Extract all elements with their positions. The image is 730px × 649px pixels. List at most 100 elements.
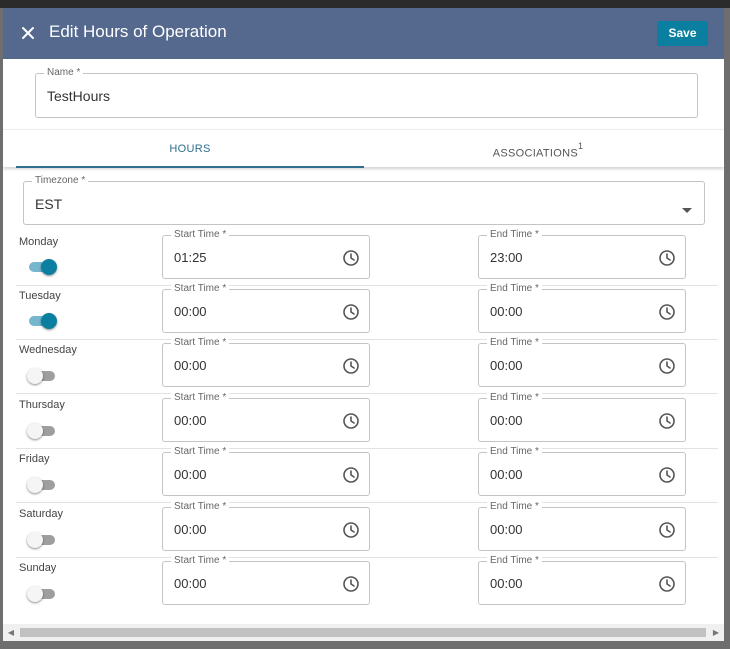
save-button[interactable]: Save bbox=[657, 21, 708, 46]
clock-icon[interactable] bbox=[658, 575, 676, 593]
start-time-label: Start Time * bbox=[171, 501, 230, 513]
clock-icon[interactable] bbox=[658, 466, 676, 484]
tab-associations-label: ASSOCIATIONS bbox=[492, 147, 578, 160]
start-time-value: 00:00 bbox=[174, 467, 207, 482]
toggle-knob[interactable] bbox=[27, 477, 43, 493]
day-label: Monday bbox=[19, 236, 59, 248]
clock-icon[interactable] bbox=[342, 357, 360, 375]
end-time-value: 00:00 bbox=[490, 413, 523, 428]
start-time-value: 00:00 bbox=[174, 522, 207, 537]
start-time-label: Start Time * bbox=[171, 283, 230, 295]
backdrop-bottom bbox=[0, 641, 730, 649]
clock-icon[interactable] bbox=[342, 412, 360, 430]
end-time-value: 00:00 bbox=[490, 522, 523, 537]
end-time-field[interactable]: End Time * 00:00 bbox=[478, 283, 686, 333]
start-time-field[interactable]: Start Time * 00:00 bbox=[162, 501, 370, 551]
clock-icon[interactable] bbox=[342, 521, 360, 539]
toggle-knob[interactable] bbox=[27, 423, 43, 439]
start-time-value: 00:00 bbox=[174, 576, 207, 591]
toggle-knob[interactable] bbox=[41, 259, 57, 275]
end-time-label: End Time * bbox=[487, 446, 542, 458]
clock-icon[interactable] bbox=[342, 303, 360, 321]
end-time-field[interactable]: End Time * 00:00 bbox=[478, 555, 686, 605]
day-enabled-toggle[interactable] bbox=[27, 423, 57, 439]
clock-icon[interactable] bbox=[342, 249, 360, 267]
end-time-value: 00:00 bbox=[490, 467, 523, 482]
tab-associations[interactable]: ASSOCIATIONS1 bbox=[364, 130, 712, 168]
day-row-wednesday: Wednesday Start Time * 00:00 End Time * 00:0… bbox=[16, 337, 718, 394]
clock-icon[interactable] bbox=[342, 575, 360, 593]
start-time-value: 01:25 bbox=[174, 250, 207, 265]
end-time-value: 23:00 bbox=[490, 250, 523, 265]
toggle-knob[interactable] bbox=[27, 586, 43, 602]
clock-icon[interactable] bbox=[658, 412, 676, 430]
edit-hours-dialog: Edit Hours of Operation Save Name * Test… bbox=[3, 8, 724, 645]
toggle-knob[interactable] bbox=[41, 313, 57, 329]
scrollbar-thumb[interactable] bbox=[20, 628, 706, 637]
day-enabled-toggle[interactable] bbox=[27, 532, 57, 548]
clock-icon[interactable] bbox=[658, 521, 676, 539]
start-time-value: 00:00 bbox=[174, 413, 207, 428]
day-row-sunday: Sunday Start Time * 00:00 End Time * 00:00 bbox=[16, 555, 718, 612]
start-time-field[interactable]: Start Time * 00:00 bbox=[162, 555, 370, 605]
horizontal-scrollbar[interactable]: ◀ ▶ bbox=[3, 624, 724, 641]
clock-icon[interactable] bbox=[658, 249, 676, 267]
clock-icon[interactable] bbox=[658, 357, 676, 375]
end-time-label: End Time * bbox=[487, 501, 542, 513]
end-time-value: 00:00 bbox=[490, 576, 523, 591]
scroll-right-icon[interactable]: ▶ bbox=[708, 624, 724, 641]
day-row-friday: Friday Start Time * 00:00 End Time * 00:00 bbox=[16, 446, 718, 503]
day-enabled-toggle[interactable] bbox=[27, 586, 57, 602]
scroll-left-icon[interactable]: ◀ bbox=[3, 624, 19, 641]
tab-hours[interactable]: HOURS bbox=[16, 130, 364, 168]
dropdown-arrow-icon[interactable] bbox=[682, 201, 692, 219]
start-time-field[interactable]: Start Time * 00:00 bbox=[162, 446, 370, 496]
start-time-field[interactable]: Start Time * 00:00 bbox=[162, 337, 370, 387]
name-field-label: Name * bbox=[44, 67, 84, 79]
tab-bar: HOURS ASSOCIATIONS1 bbox=[3, 129, 724, 168]
tab-hours-label: HOURS bbox=[169, 143, 211, 155]
toggle-knob[interactable] bbox=[27, 532, 43, 548]
day-row-saturday: Saturday Start Time * 00:00 End Time * 00:00 bbox=[16, 501, 718, 558]
toggle-knob[interactable] bbox=[27, 368, 43, 384]
end-time-field[interactable]: End Time * 00:00 bbox=[478, 446, 686, 496]
backdrop-right bbox=[724, 8, 730, 649]
day-enabled-toggle[interactable] bbox=[27, 368, 57, 384]
day-enabled-toggle[interactable] bbox=[27, 259, 57, 275]
end-time-field[interactable]: End Time * 00:00 bbox=[478, 392, 686, 442]
clock-icon[interactable] bbox=[342, 466, 360, 484]
day-label: Saturday bbox=[19, 508, 64, 520]
start-time-label: Start Time * bbox=[171, 555, 230, 567]
start-time-field[interactable]: Start Time * 00:00 bbox=[162, 392, 370, 442]
end-time-label: End Time * bbox=[487, 337, 542, 349]
end-time-label: End Time * bbox=[487, 392, 542, 404]
day-label: Wednesday bbox=[19, 344, 77, 356]
end-time-value: 00:00 bbox=[490, 358, 523, 373]
start-time-field[interactable]: Start Time * 00:00 bbox=[162, 283, 370, 333]
day-enabled-toggle[interactable] bbox=[27, 477, 57, 493]
timezone-label: Timezone * bbox=[32, 175, 89, 187]
timezone-select[interactable]: Timezone * EST bbox=[23, 175, 705, 225]
start-time-value: 00:00 bbox=[174, 304, 207, 319]
day-enabled-toggle[interactable] bbox=[27, 313, 57, 329]
name-section: Name * TestHours bbox=[3, 59, 724, 129]
start-time-label: Start Time * bbox=[171, 446, 230, 458]
end-time-label: End Time * bbox=[487, 283, 542, 295]
day-label: Sunday bbox=[19, 562, 57, 574]
clock-icon[interactable] bbox=[658, 303, 676, 321]
name-field[interactable]: Name * TestHours bbox=[35, 67, 698, 118]
day-row-thursday: Thursday Start Time * 00:00 End Time * 00:00 bbox=[16, 392, 718, 449]
dialog-header: Edit Hours of Operation Save bbox=[3, 8, 724, 59]
end-time-field[interactable]: End Time * 00:00 bbox=[478, 501, 686, 551]
day-label: Friday bbox=[19, 453, 50, 465]
close-icon[interactable] bbox=[19, 24, 37, 42]
start-time-label: Start Time * bbox=[171, 392, 230, 404]
day-row-tuesday: Tuesday Start Time * 00:00 End Time * 00:00 bbox=[16, 283, 718, 340]
dialog-title: Edit Hours of Operation bbox=[49, 22, 227, 41]
associations-count-badge: 1 bbox=[578, 141, 584, 151]
start-time-value: 00:00 bbox=[174, 358, 207, 373]
name-field-value: TestHours bbox=[47, 88, 111, 104]
end-time-field[interactable]: End Time * 23:00 bbox=[478, 229, 686, 279]
end-time-field[interactable]: End Time * 00:00 bbox=[478, 337, 686, 387]
start-time-field[interactable]: Start Time * 01:25 bbox=[162, 229, 370, 279]
